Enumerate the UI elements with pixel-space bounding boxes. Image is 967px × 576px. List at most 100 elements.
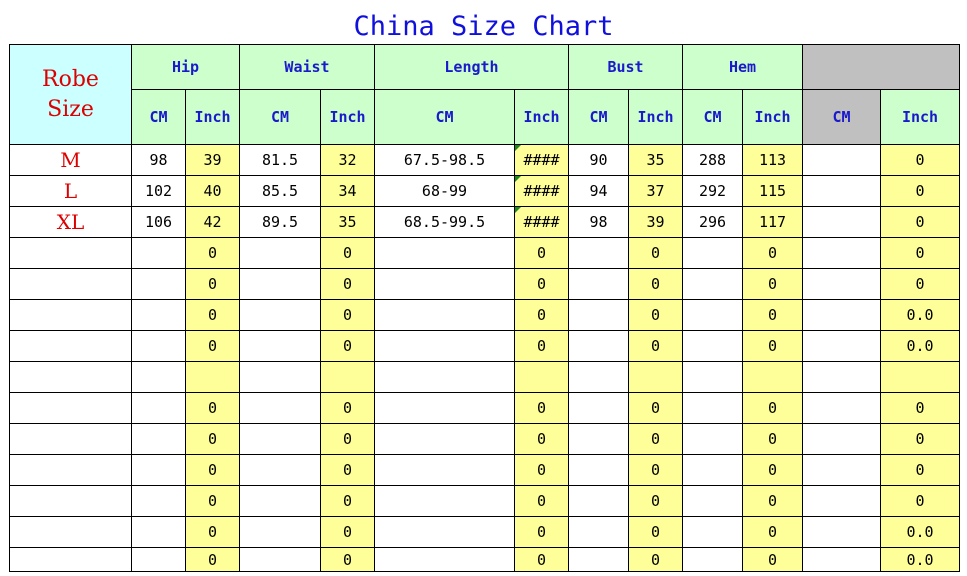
table-cell: 0 [628,268,683,300]
size-cell [9,454,132,486]
table-cell: 0 [320,237,375,269]
table-row: 0 0 0 0 0 0 [9,392,960,424]
table-cell: 0 [320,392,375,424]
table-cell [239,361,321,393]
table-cell: 0 [320,268,375,300]
table-cell: 0 [628,423,683,455]
table-cell [131,330,186,362]
table-cell: 0 [320,423,375,455]
table-cell [568,237,629,269]
size-cell [9,516,132,548]
table-cell: 0 [742,268,803,300]
size-cell [9,237,132,269]
table-cell [682,237,743,269]
table-cell [802,268,881,300]
table-cell [239,423,321,455]
table-cell: 0 [514,237,569,269]
table-row: 0 0 0 0 0 0 [9,237,960,269]
table-cell [802,392,881,424]
table-cell: 67.5-98.5 [374,144,515,176]
table-cell: 0 [880,454,960,486]
table-cell: 117 [742,206,803,238]
size-cell: XL [9,206,132,238]
table-cell: 0 [880,268,960,300]
table-cell: 0.0 [880,516,960,548]
table-cell [802,516,881,548]
table-cell [239,330,321,362]
table-row: XL 106 42 89.5 35 68.5-99.5 #### 98 39 296 117 0 [9,206,960,238]
table-cell [131,268,186,300]
table-cell: 0 [880,423,960,455]
table-cell: 39 [185,144,240,176]
table-cell [131,423,186,455]
table-cell [374,547,515,572]
table-cell [802,206,881,238]
table-cell: #### [514,206,569,238]
unit-header: CM [131,89,186,145]
table-row: L 102 40 85.5 34 68-99 #### 94 37 292 115 0 [9,175,960,207]
table-cell: 32 [320,144,375,176]
table-cell: 0 [514,516,569,548]
table-cell [374,454,515,486]
size-cell [9,361,132,393]
table-cell [802,485,881,517]
table-cell [802,237,881,269]
table-cell: 0 [742,547,803,572]
table-row: 0 0 0 0 0 0.0 [9,330,960,362]
table-cell: 0 [628,454,683,486]
table-cell [682,361,743,393]
table-cell: 0 [320,516,375,548]
group-header-blank [802,44,960,90]
table-cell [131,392,186,424]
table-cell: 0 [628,485,683,517]
table-cell [239,454,321,486]
table-cell [568,516,629,548]
table-row: 0 0 0 0 0 0.0 [9,299,960,331]
table-row: 0 0 0 0 0 0.0 [9,547,960,572]
table-cell [131,516,186,548]
table-cell [682,299,743,331]
header-group-row: Robe Size Hip Waist Length Bust Hem [9,44,960,145]
table-cell [131,454,186,486]
table-cell: 0 [320,485,375,517]
table-cell [802,454,881,486]
table-cell: 0 [514,423,569,455]
table-cell [880,361,960,393]
table-row: 0 0 0 0 0 0.0 [9,516,960,548]
unit-header: CM [239,89,321,145]
table-cell: 0.0 [880,299,960,331]
group-header-waist: Waist [239,44,375,90]
table-cell [131,547,186,572]
table-cell [802,547,881,572]
size-cell [9,485,132,517]
table-cell: 0 [880,206,960,238]
size-cell [9,299,132,331]
table-cell [568,330,629,362]
table-cell: 98 [131,144,186,176]
table-cell: 39 [628,206,683,238]
table-cell: 0 [320,454,375,486]
table-cell [682,547,743,572]
table-row: 0 0 0 0 0 0 [9,423,960,455]
table-cell: 0 [320,330,375,362]
table-cell [374,392,515,424]
table-cell: 0 [514,299,569,331]
size-cell [9,547,132,572]
table-cell: 35 [628,144,683,176]
table-cell [568,423,629,455]
table-cell: 68-99 [374,175,515,207]
table-cell: 0 [628,330,683,362]
table-cell [802,144,881,176]
table-cell [802,361,881,393]
table-cell: 37 [628,175,683,207]
table-cell: 0 [628,516,683,548]
table-cell: 0 [742,330,803,362]
table-cell: 0 [742,516,803,548]
table-cell [682,423,743,455]
table-row: 0 0 0 0 0 0 [9,268,960,300]
table-cell: 0 [742,454,803,486]
table-cell: 90 [568,144,629,176]
table-cell: 40 [185,175,240,207]
table-cell: 102 [131,175,186,207]
page-title: China Size Chart [353,11,614,42]
